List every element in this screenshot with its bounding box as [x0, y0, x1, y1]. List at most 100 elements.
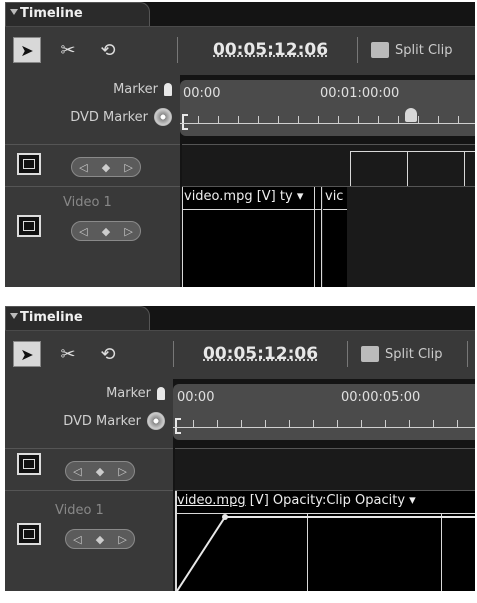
- next-keyframe-icon[interactable]: ▷: [118, 465, 126, 478]
- tab-menu-arrow-icon[interactable]: [10, 313, 18, 319]
- split-clip-icon: [371, 42, 389, 58]
- razor-tool-button[interactable]: ✂: [53, 341, 83, 367]
- work-area-bracket[interactable]: [182, 114, 188, 130]
- split-clip-label: Split Clip: [385, 346, 443, 362]
- clip-edge: [182, 187, 183, 287]
- clip-dropdown-icon[interactable]: ▾: [297, 189, 304, 204]
- dvd-marker-row: DVD Marker: [70, 108, 172, 126]
- film-frame-icon[interactable]: [17, 215, 41, 237]
- marker-label: Marker: [106, 386, 151, 401]
- track-area-video-1[interactable]: video.mpg [V] Opacity:Clip Opacity ▾: [175, 490, 475, 591]
- film-frame-icon[interactable]: [17, 523, 41, 545]
- clip-property: ty: [279, 189, 293, 204]
- clip-video-mpg[interactable]: video.mpg [V] Opacity:Clip Opacity ▾: [175, 491, 475, 591]
- marker-label: Marker: [113, 82, 158, 97]
- current-timecode[interactable]: 00:05:12:06: [203, 344, 318, 364]
- clip-label: vic: [325, 189, 344, 204]
- ripple-edit-tool-button[interactable]: ⟲: [91, 37, 125, 63]
- prev-keyframe-icon[interactable]: ◁: [73, 533, 81, 546]
- keyframe-navigator[interactable]: ◁ ◆ ▷: [65, 529, 135, 549]
- clip-edge: [407, 151, 408, 187]
- split-clip-label: Split Clip: [395, 42, 453, 58]
- timeline-toolbar: ➤ ✂ ⟲ 00:05:12:06 Split Clip: [5, 26, 475, 75]
- clip-label: video.mpg [V] ty ▾: [184, 189, 303, 204]
- ruler-mark-time: 00:00:05:00: [341, 390, 421, 405]
- tab-title: Timeline: [20, 6, 83, 21]
- dvd-disc-icon[interactable]: [154, 108, 172, 126]
- clip-second[interactable]: vic: [323, 187, 347, 287]
- prev-keyframe-icon[interactable]: ◁: [79, 161, 87, 174]
- add-keyframe-icon[interactable]: ◆: [102, 225, 110, 238]
- opacity-rubber-band[interactable]: [182, 209, 322, 210]
- next-keyframe-icon[interactable]: ▷: [118, 533, 126, 546]
- marker-icon[interactable]: [164, 83, 172, 96]
- toolbar-divider: [467, 341, 468, 367]
- keyframe-navigator[interactable]: ◁ ◆ ▷: [71, 221, 141, 241]
- track-area-upper[interactable]: [175, 448, 475, 491]
- split-clip-button[interactable]: Split Clip: [371, 42, 453, 58]
- dvd-disc-icon[interactable]: [147, 412, 165, 430]
- add-keyframe-icon[interactable]: ◆: [96, 533, 104, 546]
- track-header-video-1: Video 1 ◁ ◆ ▷: [5, 186, 180, 287]
- track-header-upper: ◁ ◆ ▷: [5, 448, 173, 491]
- ruler-start-time: 00:00: [177, 390, 215, 405]
- toolbar-divider: [357, 37, 358, 63]
- clip-edge: [464, 151, 465, 187]
- track-header-upper: ◁ ◆ ▷: [5, 144, 180, 187]
- prev-keyframe-icon[interactable]: ◁: [73, 465, 81, 478]
- timeline-tab[interactable]: Timeline: [5, 2, 150, 26]
- ruler-line: [173, 427, 475, 428]
- keyframe-navigator[interactable]: ◁ ◆ ▷: [71, 157, 141, 177]
- film-frame-icon[interactable]: [17, 453, 41, 475]
- timeline-marker-icon[interactable]: [405, 108, 417, 122]
- tab-menu-arrow-icon[interactable]: [10, 9, 18, 15]
- arrow-pointer-icon: ➤: [20, 40, 34, 60]
- track-area-upper[interactable]: [182, 144, 475, 187]
- dvd-marker-label: DVD Marker: [63, 413, 141, 429]
- opacity-rubber-band[interactable]: [323, 209, 347, 210]
- selection-tool-button[interactable]: ➤: [13, 341, 41, 367]
- clip-edge: [321, 187, 322, 287]
- next-keyframe-icon[interactable]: ▷: [124, 225, 132, 238]
- split-clip-icon: [361, 346, 379, 362]
- current-timecode[interactable]: 00:05:12:06: [213, 40, 328, 60]
- toolbar-divider: [347, 341, 348, 367]
- next-keyframe-icon[interactable]: ▷: [124, 161, 132, 174]
- add-keyframe-icon[interactable]: ◆: [96, 465, 104, 478]
- marker-row: Marker: [106, 386, 165, 401]
- film-frame-icon[interactable]: [17, 153, 41, 175]
- ripple-edit-icon: ⟲: [100, 39, 116, 61]
- selection-tool-button[interactable]: ➤: [13, 37, 41, 63]
- ripple-edit-icon: ⟲: [100, 343, 116, 365]
- dvd-marker-row: DVD Marker: [63, 412, 165, 430]
- opacity-rubber-band[interactable]: [175, 491, 475, 591]
- keyframe-point-icon[interactable]: [222, 514, 228, 520]
- time-ruler[interactable]: 00:00 00:01:00:00: [180, 80, 475, 136]
- ripple-edit-tool-button[interactable]: ⟲: [91, 341, 125, 367]
- ruler-line: [180, 123, 475, 124]
- add-keyframe-icon[interactable]: ◆: [102, 161, 110, 174]
- clip-video-mpg[interactable]: video.mpg [V] ty ▾: [182, 187, 322, 287]
- arrow-pointer-icon: ➤: [20, 344, 34, 364]
- clip-edge: [314, 187, 315, 287]
- razor-tool-button[interactable]: ✂: [53, 37, 83, 63]
- marker-row: Marker: [113, 82, 172, 97]
- split-clip-button[interactable]: Split Clip: [361, 346, 443, 362]
- track-header-video-1: Video 1 ◁ ◆ ▷: [5, 490, 173, 591]
- clip-edge: [350, 151, 475, 152]
- ruler-start-time: 00:00: [183, 86, 221, 101]
- clip-edge: [350, 151, 351, 187]
- prev-keyframe-icon[interactable]: ◁: [79, 225, 87, 238]
- razor-icon: ✂: [60, 39, 76, 61]
- track-area-video-1[interactable]: video.mpg [V] ty ▾ vic: [182, 186, 475, 287]
- timeline-panel-top: Timeline ➤ ✂ ⟲ 00:05:12:06 Split Clip Ma…: [5, 2, 475, 287]
- keyframe-navigator[interactable]: ◁ ◆ ▷: [65, 461, 135, 481]
- marker-icon[interactable]: [157, 387, 165, 400]
- toolbar-divider: [177, 37, 178, 63]
- timeline-tab[interactable]: Timeline: [5, 306, 150, 330]
- marker-header: Marker DVD Marker: [5, 74, 180, 144]
- track-name: Video 1: [63, 195, 112, 210]
- time-ruler[interactable]: 00:00 00:00:05:00: [173, 384, 475, 440]
- clip-name: video.mpg [V]: [184, 189, 276, 204]
- work-area-bracket[interactable]: [175, 418, 181, 434]
